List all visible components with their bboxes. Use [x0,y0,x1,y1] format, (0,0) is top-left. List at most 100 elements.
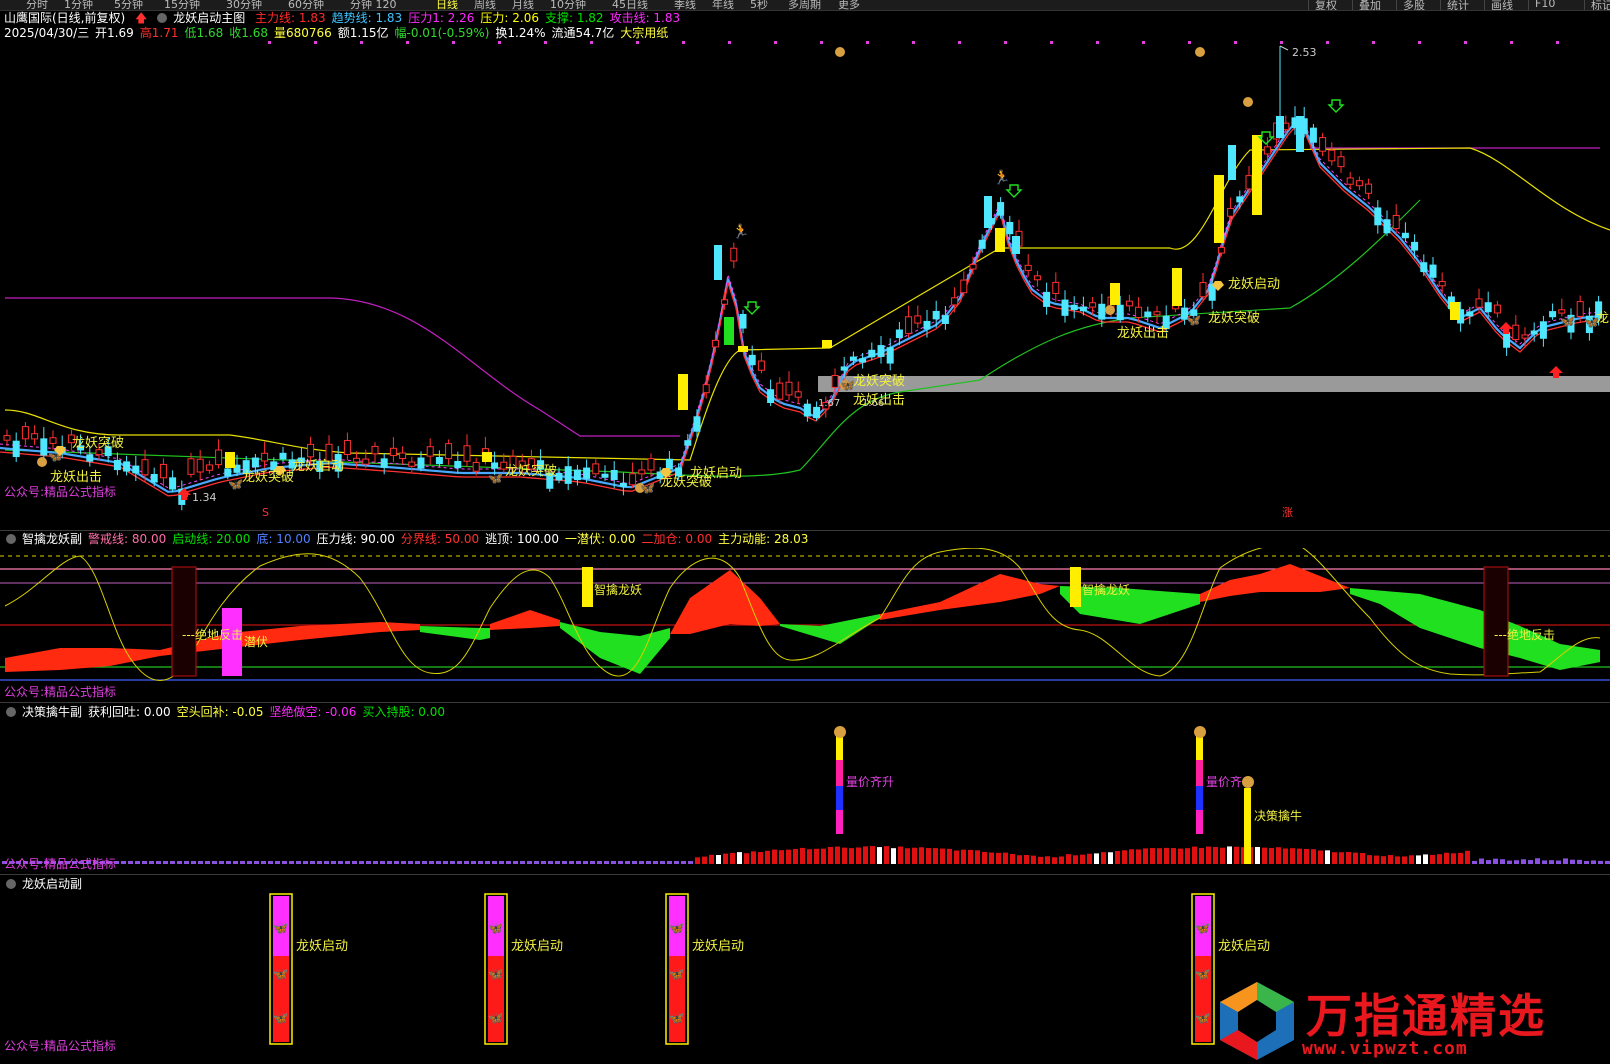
candle[interactable] [1043,291,1051,307]
candle[interactable] [353,457,361,463]
signal-candle[interactable] [1252,135,1262,215]
candle[interactable] [279,452,287,460]
candle[interactable] [859,358,867,363]
candle[interactable] [435,457,443,465]
candle[interactable] [399,452,407,460]
candle[interactable] [1484,302,1492,313]
candle[interactable] [1438,281,1446,287]
candle[interactable] [665,458,673,470]
candle[interactable] [1236,196,1244,203]
candle[interactable] [932,310,940,320]
candle[interactable] [776,382,784,400]
candle[interactable] [868,349,876,358]
candle[interactable] [1539,321,1547,339]
candle[interactable] [702,384,710,394]
candle[interactable] [261,452,269,462]
candle[interactable] [1512,324,1520,341]
candle[interactable] [1199,282,1207,298]
candle[interactable] [463,445,471,462]
signal-candle[interactable] [822,340,832,348]
candle[interactable] [196,458,204,473]
toolbar-button-6[interactable]: 标记 [1584,0,1610,10]
candle[interactable] [1217,246,1225,254]
candle[interactable] [31,433,39,440]
candle[interactable] [169,477,177,490]
candle[interactable] [1033,275,1041,281]
signal-candle[interactable] [1214,175,1224,243]
candle[interactable] [40,438,48,456]
candle[interactable] [960,279,968,294]
candle[interactable] [1319,137,1327,152]
candle[interactable] [1346,177,1354,185]
toolbar-button-4[interactable]: 画线 [1484,0,1513,10]
candle[interactable] [1153,311,1161,316]
indicator-name[interactable]: 龙妖启动主图 [173,11,245,25]
candle[interactable] [757,360,765,371]
candle[interactable] [997,202,1005,216]
indicator-toggle-icon[interactable] [157,13,168,23]
candle[interactable] [362,458,370,465]
candle[interactable] [113,459,121,471]
candle[interactable] [601,473,609,478]
panel3-chart[interactable]: 量价齐升 量价齐决策擒牛公众号:精品公式指标 [0,720,1610,872]
candle[interactable] [914,315,922,324]
candle[interactable] [721,299,729,305]
panel4-toggle-icon[interactable] [6,879,16,889]
toolbar-button-2[interactable]: 多股 [1396,0,1425,10]
stock-title[interactable]: 山鹰国际(日线,前复权) [4,11,125,25]
candle[interactable] [886,347,894,364]
candle[interactable] [343,440,351,456]
candle[interactable] [1125,300,1133,307]
candle[interactable] [123,461,131,472]
candle[interactable] [1061,299,1069,316]
candle[interactable] [1466,311,1474,317]
candle[interactable] [849,356,857,361]
candle[interactable] [21,426,29,440]
candle[interactable] [610,469,618,481]
candle[interactable] [619,482,627,487]
candle[interactable] [1337,156,1345,168]
candle[interactable] [1309,127,1317,143]
candle[interactable] [647,458,655,471]
candle[interactable] [794,391,802,398]
candle[interactable] [1245,175,1253,190]
candle[interactable] [831,374,839,388]
candle[interactable] [1420,262,1428,273]
candle[interactable] [941,315,949,324]
candle[interactable] [1116,304,1124,321]
candle[interactable] [1493,304,1501,314]
period-tab-16[interactable]: 更多 [838,0,860,10]
signal-candle[interactable] [995,228,1005,252]
toolbar-button-3[interactable]: 统计 [1440,0,1469,10]
candle[interactable] [251,457,259,468]
toolbar-button-1[interactable]: 叠加 [1352,0,1381,10]
candle[interactable] [923,320,931,330]
period-tab-13[interactable]: 年线 [712,0,734,10]
candle[interactable] [748,354,756,366]
candle[interactable] [408,461,416,467]
signal-candle[interactable] [225,452,235,468]
candle[interactable] [1576,301,1584,317]
candle[interactable] [573,469,581,481]
candle[interactable] [1227,207,1235,217]
period-tab-14[interactable]: 5秒 [750,0,768,10]
candle[interactable] [1263,146,1271,155]
candle[interactable] [445,443,453,460]
candle[interactable] [380,458,388,468]
candle[interactable] [1135,306,1143,318]
candle[interactable] [583,467,591,479]
candle[interactable] [1228,145,1236,180]
candle[interactable] [714,245,722,280]
candle[interactable] [307,443,315,458]
candle[interactable] [159,463,167,479]
candle[interactable] [739,313,747,329]
candle[interactable] [1365,183,1373,194]
candle[interactable] [951,297,959,306]
signal-candle[interactable] [1110,283,1120,305]
signal-candle[interactable] [738,346,748,352]
toolbar-button-5[interactable]: F10 [1528,0,1555,10]
candle[interactable] [969,263,977,270]
candle[interactable] [1144,311,1152,318]
candle[interactable] [86,454,94,462]
panel2-name[interactable]: 智擒龙妖副 [22,532,82,546]
